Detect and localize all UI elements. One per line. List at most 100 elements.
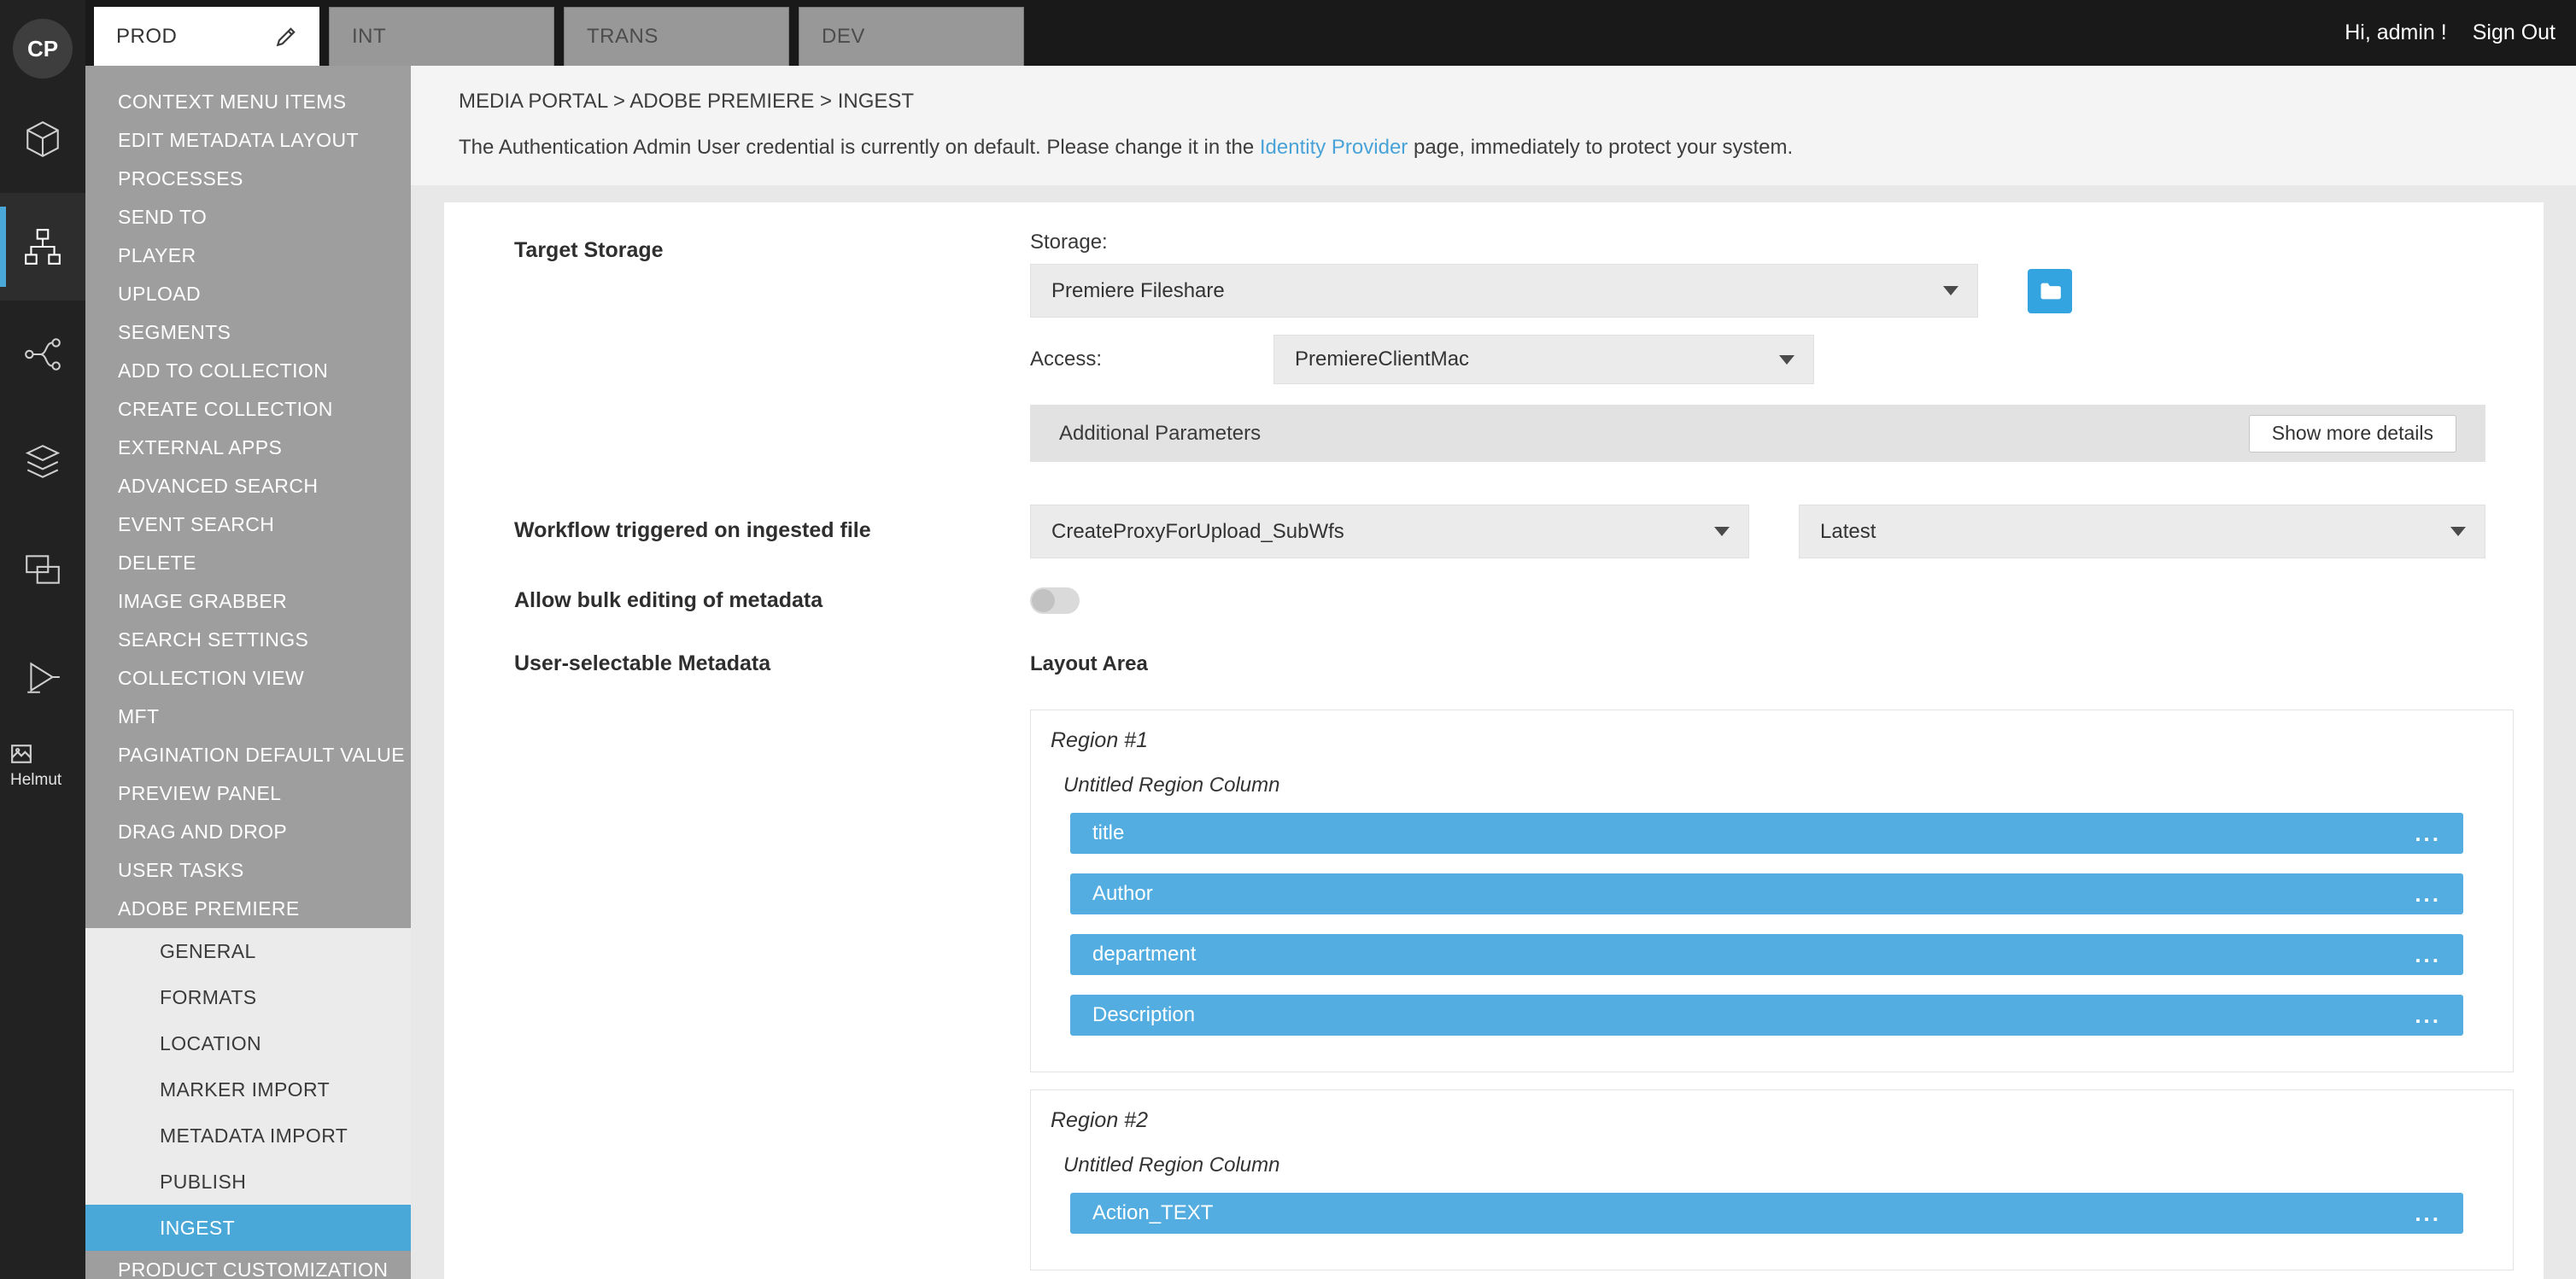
additional-parameters-label: Additional Parameters	[1059, 422, 1261, 446]
tab-int-label: INT	[352, 25, 386, 49]
tab-int[interactable]: INT	[329, 7, 554, 66]
layout-area-label: Layout Area	[1030, 651, 2514, 677]
sidebar-item-processes[interactable]: PROCESSES	[85, 160, 411, 198]
sidebar-item-collection-view[interactable]: COLLECTION VIEW	[85, 659, 411, 698]
target-storage-label: Target Storage	[514, 230, 1030, 462]
sidebar-subitem-ingest[interactable]: INGEST	[85, 1205, 411, 1251]
metadata-field-label: Author	[1092, 882, 1153, 906]
sidebar-item-product-customization[interactable]: PRODUCT CUSTOMIZATION	[85, 1251, 411, 1279]
environment-tabs: PROD INT TRANS DEV	[94, 7, 1024, 66]
sidebar-item-drag-and-drop[interactable]: DRAG AND DROP	[85, 813, 411, 851]
metadata-row: User-selectable Metadata Layout Area Reg…	[514, 651, 2544, 1279]
sidebar-subitem-formats[interactable]: FORMATS	[85, 974, 411, 1020]
tab-trans[interactable]: TRANS	[564, 7, 789, 66]
tab-dev[interactable]: DEV	[799, 7, 1024, 66]
sidebar-item-advanced-search[interactable]: ADVANCED SEARCH	[85, 467, 411, 505]
sidebar-item-create-collection[interactable]: CREATE COLLECTION	[85, 390, 411, 429]
warning-text-pre: The Authentication Admin User credential…	[459, 136, 1260, 159]
sidebar-item-delete[interactable]: DELETE	[85, 544, 411, 582]
rail-item-processes[interactable]	[0, 301, 85, 408]
sidebar-item-edit-metadata-layout[interactable]: EDIT METADATA LAYOUT	[85, 121, 411, 160]
metadata-field-action-text[interactable]: Action_TEXT ...	[1070, 1193, 2463, 1234]
dropdown-arrow-icon	[1714, 527, 1730, 536]
sidebar-item-event-search[interactable]: EVENT SEARCH	[85, 505, 411, 544]
metadata-field-title[interactable]: title ...	[1070, 813, 2463, 854]
dropdown-arrow-icon	[1779, 355, 1794, 365]
rail-item-player[interactable]	[0, 623, 85, 731]
sidebar-item-player[interactable]: PLAYER	[85, 237, 411, 275]
sidebar-item-pagination-default-value[interactable]: PAGINATION DEFAULT VALUE	[85, 736, 411, 774]
sign-out-link[interactable]: Sign Out	[2473, 20, 2556, 45]
metadata-field-description[interactable]: Description ...	[1070, 995, 2463, 1036]
sidebar-item-upload[interactable]: UPLOAD	[85, 275, 411, 313]
metadata-field-label: Description	[1092, 1003, 1195, 1027]
sidebar-item-external-apps[interactable]: EXTERNAL APPS	[85, 429, 411, 467]
workflow-icon	[22, 226, 63, 267]
top-bar: PROD INT TRANS DEV Hi, admin ! Sign Out	[0, 0, 2576, 66]
sidebar-subitem-location[interactable]: LOCATION	[85, 1020, 411, 1066]
access-label: Access:	[1030, 347, 1273, 372]
sidebar-item-adobe-premiere[interactable]: ADOBE PREMIERE	[85, 890, 411, 928]
metadata-field-label: department	[1092, 943, 1196, 967]
rail-item-workflows[interactable]	[0, 193, 85, 301]
play-export-icon	[22, 657, 63, 698]
workflow-version-select[interactable]: Latest	[1799, 505, 2485, 558]
flow-branch-icon	[22, 334, 63, 375]
layers-icon	[22, 441, 63, 482]
access-select[interactable]: PremiereClientMac	[1273, 335, 1814, 384]
access-select-value: PremiereClientMac	[1295, 347, 1469, 371]
ingest-settings-card: Target Storage Storage: Premiere Filesha…	[444, 202, 2544, 1279]
field-menu-icon[interactable]: ...	[2415, 1007, 2441, 1024]
rail-item-media[interactable]	[0, 516, 85, 623]
target-storage-row: Target Storage Storage: Premiere Filesha…	[514, 230, 2544, 462]
breadcrumb: MEDIA PORTAL > ADOBE PREMIERE > INGEST	[459, 90, 2542, 114]
field-menu-icon[interactable]: ...	[2415, 825, 2441, 842]
browse-storage-button[interactable]	[2028, 269, 2072, 313]
security-warning: The Authentication Admin User credential…	[459, 136, 2542, 160]
sidebar-item-send-to[interactable]: SEND TO	[85, 198, 411, 237]
storage-select-value: Premiere Fileshare	[1051, 279, 1225, 303]
user-greeting: Hi, admin !	[2345, 20, 2446, 45]
tab-trans-label: TRANS	[587, 25, 659, 49]
field-menu-icon[interactable]: ...	[2415, 885, 2441, 902]
dropdown-arrow-icon	[2450, 527, 2466, 536]
sidebar-subitem-marker-import[interactable]: MARKER IMPORT	[85, 1066, 411, 1113]
metadata-field-label: Action_TEXT	[1092, 1201, 1213, 1225]
tab-prod[interactable]: PROD	[94, 7, 319, 66]
sidebar-item-context-menu-items[interactable]: CONTEXT MENU ITEMS	[85, 83, 411, 121]
broken-image-alt-text: Helmut	[10, 771, 85, 790]
sidebar-item-image-grabber[interactable]: IMAGE GRABBER	[85, 582, 411, 621]
sidebar-item-preview-panel[interactable]: PREVIEW PANEL	[85, 774, 411, 813]
sidebar-subitem-general[interactable]: GENERAL	[85, 928, 411, 974]
field-menu-icon[interactable]: ...	[2415, 1205, 2441, 1222]
storage-select[interactable]: Premiere Fileshare	[1030, 264, 1978, 318]
region-2-column-title: Untitled Region Column	[1063, 1153, 2513, 1177]
broken-image-icon	[10, 743, 32, 765]
sidebar-item-search-settings[interactable]: SEARCH SETTINGS	[85, 621, 411, 659]
workflow-select[interactable]: CreateProxyForUpload_SubWfs	[1030, 505, 1749, 558]
metadata-field-author[interactable]: Author ...	[1070, 873, 2463, 914]
warning-text-post: page, immediately to protect your system…	[1408, 136, 1793, 159]
sidebar-item-mft[interactable]: MFT	[85, 698, 411, 736]
icon-rail: CP Helmut	[0, 0, 85, 1279]
sidebar-subitem-metadata-import[interactable]: METADATA IMPORT	[85, 1113, 411, 1159]
tab-prod-label: PROD	[116, 25, 177, 49]
field-menu-icon[interactable]: ...	[2415, 946, 2441, 963]
sidebar-item-user-tasks[interactable]: USER TASKS	[85, 851, 411, 890]
identity-provider-link[interactable]: Identity Provider	[1260, 136, 1408, 159]
metadata-field-department[interactable]: department ...	[1070, 934, 2463, 975]
settings-sidebar: CONTEXT MENU ITEMS EDIT METADATA LAYOUT …	[85, 66, 411, 1279]
region-2-title: Region #2	[1051, 1107, 2513, 1133]
region-2: Region #2 Untitled Region Column Action_…	[1030, 1089, 2514, 1270]
sidebar-item-segments[interactable]: SEGMENTS	[85, 313, 411, 352]
rail-item-collections[interactable]	[0, 408, 85, 516]
sidebar-subitem-publish[interactable]: PUBLISH	[85, 1159, 411, 1205]
bulk-edit-row: Allow bulk editing of metadata	[514, 587, 2544, 614]
sidebar-item-add-to-collection[interactable]: ADD TO COLLECTION	[85, 352, 411, 390]
bulk-edit-toggle[interactable]	[1030, 587, 1080, 614]
cube-icon	[22, 119, 63, 160]
rail-item-assets[interactable]	[0, 85, 85, 193]
show-more-details-button[interactable]: Show more details	[2249, 415, 2456, 453]
region-1-column-title: Untitled Region Column	[1063, 774, 2513, 797]
tab-dev-label: DEV	[822, 25, 865, 49]
